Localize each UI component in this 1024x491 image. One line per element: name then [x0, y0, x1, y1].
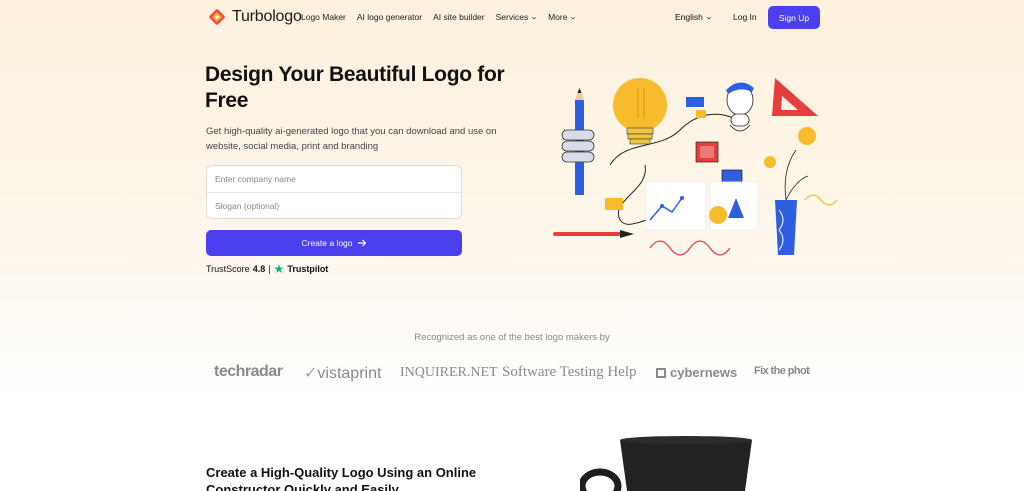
- inquirer-logo: INQUIRER.NET: [400, 365, 498, 380]
- create-logo-button[interactable]: Create a logo: [206, 230, 462, 256]
- section-title: Create a High-Quality Logo Using an Onli…: [206, 465, 477, 491]
- language-label: English: [675, 12, 703, 22]
- nav-links: Logo Maker AI logo generator AI site bui…: [301, 12, 587, 22]
- logo-form: [206, 165, 462, 219]
- trustscore-separator: |: [268, 264, 271, 274]
- nav-more-label: More: [548, 12, 568, 22]
- vistaprint-logo: ✓vistaprint: [304, 363, 381, 383]
- turbologo-mark-icon: [207, 7, 227, 27]
- company-name-input[interactable]: [207, 166, 461, 192]
- nav-ai-logo-generator-label: AI logo generator: [356, 12, 423, 22]
- fix-the-photo-logo: Fix the photo: [754, 365, 810, 377]
- nav-logo-maker[interactable]: Logo Maker: [301, 12, 346, 22]
- chevron-down-icon: ⌄: [704, 14, 713, 21]
- nav-ai-site-builder-label: AI site builder: [433, 12, 485, 22]
- hero-title: Design Your Beautiful Logo for Free: [205, 63, 505, 112]
- vistaprint-label: vistaprint: [317, 365, 382, 382]
- press-logos: techradar ✓vistaprint INQUIRER.NET Softw…: [214, 363, 814, 383]
- brand-name: Turbologo: [232, 8, 302, 25]
- software-testing-help-logo: Software Testing Help: [502, 364, 637, 380]
- hero-illustration: [553, 78, 838, 256]
- chevron-down-icon: ⌄: [530, 14, 539, 21]
- recognized-title: Recognized as one of the best logo maker…: [414, 332, 610, 343]
- brand-logo[interactable]: Turbologo: [207, 7, 302, 27]
- slogan-input[interactable]: [207, 193, 461, 219]
- create-logo-label: Create a logo: [301, 238, 353, 248]
- cybernews-logo: cybernews: [656, 365, 737, 380]
- vistaprint-mark-icon: ✓: [304, 365, 318, 382]
- trustscore-label: TrustScore: [206, 264, 250, 274]
- nav-services-label: Services: [495, 12, 529, 22]
- arrow-right-icon: [357, 239, 366, 247]
- techradar-logo: techradar: [214, 363, 283, 380]
- trustpilot-label: Trustpilot: [287, 264, 329, 274]
- nav-services[interactable]: Services ⌄: [495, 12, 539, 22]
- trustscore[interactable]: TrustScore 4.8 | ★ Trustpilot: [206, 262, 329, 276]
- mug-image: [580, 436, 752, 491]
- chevron-down-icon: ⌄: [569, 14, 578, 21]
- trustscore-value: 4.8: [252, 264, 266, 274]
- nav-ai-site-builder[interactable]: AI site builder: [433, 12, 485, 22]
- cybernews-label: cybernews: [670, 365, 738, 380]
- top-navigation: Turbologo Logo Maker AI logo generator A…: [0, 0, 1024, 36]
- nav-more[interactable]: More ⌄: [548, 12, 578, 22]
- login-link[interactable]: Log In: [733, 12, 757, 22]
- language-selector[interactable]: English ⌄: [675, 12, 713, 22]
- hero-subtitle: Get high-quality ai-generated logo that …: [206, 126, 497, 152]
- signup-button[interactable]: Sign Up: [768, 6, 820, 29]
- cybernews-mark-icon: [656, 368, 666, 378]
- trustpilot-star-icon: ★: [273, 262, 285, 276]
- nav-ai-logo-generator[interactable]: AI logo generator: [357, 12, 422, 22]
- nav-logo-maker-label: Logo Maker: [301, 12, 346, 22]
